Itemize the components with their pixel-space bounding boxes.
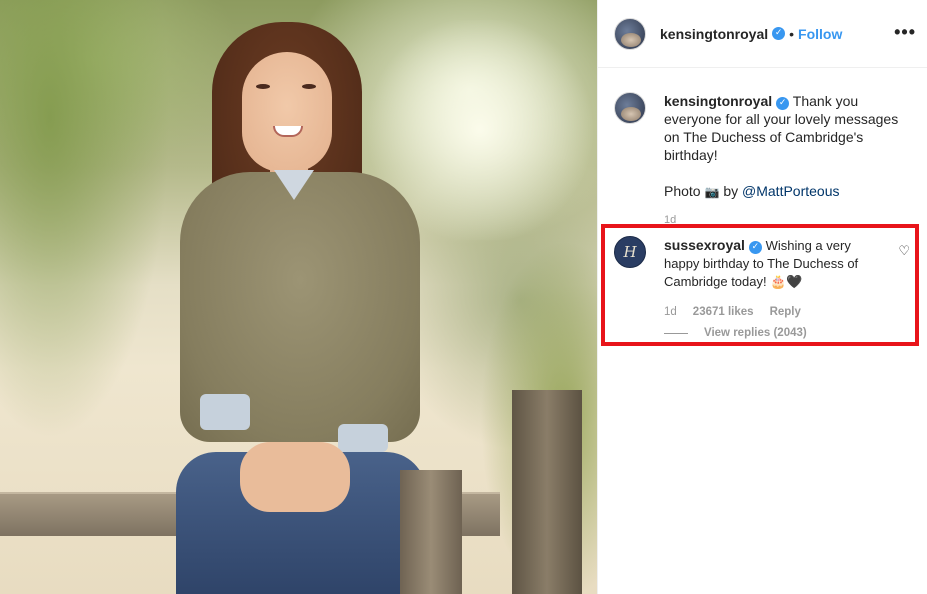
separator-dot: • bbox=[789, 25, 795, 42]
post-caption: kensingtonroyal ✓ Thank you everyone for … bbox=[614, 92, 914, 201]
verified-badge-icon: ✓ bbox=[776, 97, 790, 110]
reply-button[interactable]: Reply bbox=[770, 303, 801, 321]
camera-icon: 📷 bbox=[704, 185, 720, 199]
comment-likes[interactable]: 23671 likes bbox=[693, 303, 754, 321]
comment-age[interactable]: 1d bbox=[664, 303, 677, 321]
portrait-subject bbox=[170, 22, 430, 594]
caption-username[interactable]: kensingtonroyal bbox=[664, 93, 772, 109]
comment-body: sussexroyal ✓ Wishing a very happy birthd… bbox=[664, 236, 886, 321]
caption-body: kensingtonroyal ✓ Thank you everyone for … bbox=[664, 92, 912, 201]
caption-age[interactable]: 1d bbox=[664, 214, 676, 226]
shirt-cuff-left bbox=[200, 394, 250, 430]
hands bbox=[240, 442, 350, 512]
fence-post-right bbox=[512, 390, 582, 594]
foliage-left bbox=[0, 0, 170, 440]
verified-badge-icon: ✓ bbox=[772, 27, 786, 40]
verified-badge-icon: ✓ bbox=[748, 241, 762, 254]
post-sidebar: kensingtonroyal ✓ • Follow ••• kensingto… bbox=[597, 0, 927, 594]
comment-username[interactable]: sussexroyal bbox=[664, 237, 745, 253]
view-replies-button[interactable]: View replies (2043) bbox=[664, 327, 807, 339]
shirt-cuff-right bbox=[338, 424, 388, 452]
like-heart-icon[interactable]: ♡ bbox=[898, 244, 910, 259]
avatar-monogram: H bbox=[623, 243, 637, 261]
credit-prefix: Photo bbox=[664, 183, 701, 199]
replies-divider bbox=[664, 332, 688, 334]
mention-link[interactable]: @MattPorteous bbox=[742, 183, 839, 199]
comment-meta: 1d 23671 likes Reply bbox=[664, 303, 886, 321]
eye-right bbox=[302, 84, 316, 89]
eye-left bbox=[256, 84, 270, 89]
credit-by: by bbox=[723, 183, 739, 199]
caption-avatar[interactable] bbox=[614, 92, 646, 124]
post-header: kensingtonroyal ✓ • Follow ••• bbox=[598, 0, 927, 68]
photo-credit: Photo 📷 by @MattPorteous bbox=[664, 182, 912, 201]
avatar[interactable] bbox=[614, 17, 646, 50]
fence-post bbox=[400, 470, 462, 594]
follow-button[interactable]: Follow bbox=[798, 26, 842, 42]
more-options-icon[interactable]: ••• bbox=[894, 22, 916, 43]
face bbox=[242, 52, 332, 172]
view-replies-label: View replies (2043) bbox=[704, 327, 807, 339]
post-photo[interactable] bbox=[0, 0, 597, 594]
header-username[interactable]: kensingtonroyal bbox=[660, 26, 768, 42]
comment-avatar[interactable]: H bbox=[614, 236, 646, 268]
comment: H sussexroyal ✓ Wishing a very happy birt… bbox=[614, 236, 920, 321]
